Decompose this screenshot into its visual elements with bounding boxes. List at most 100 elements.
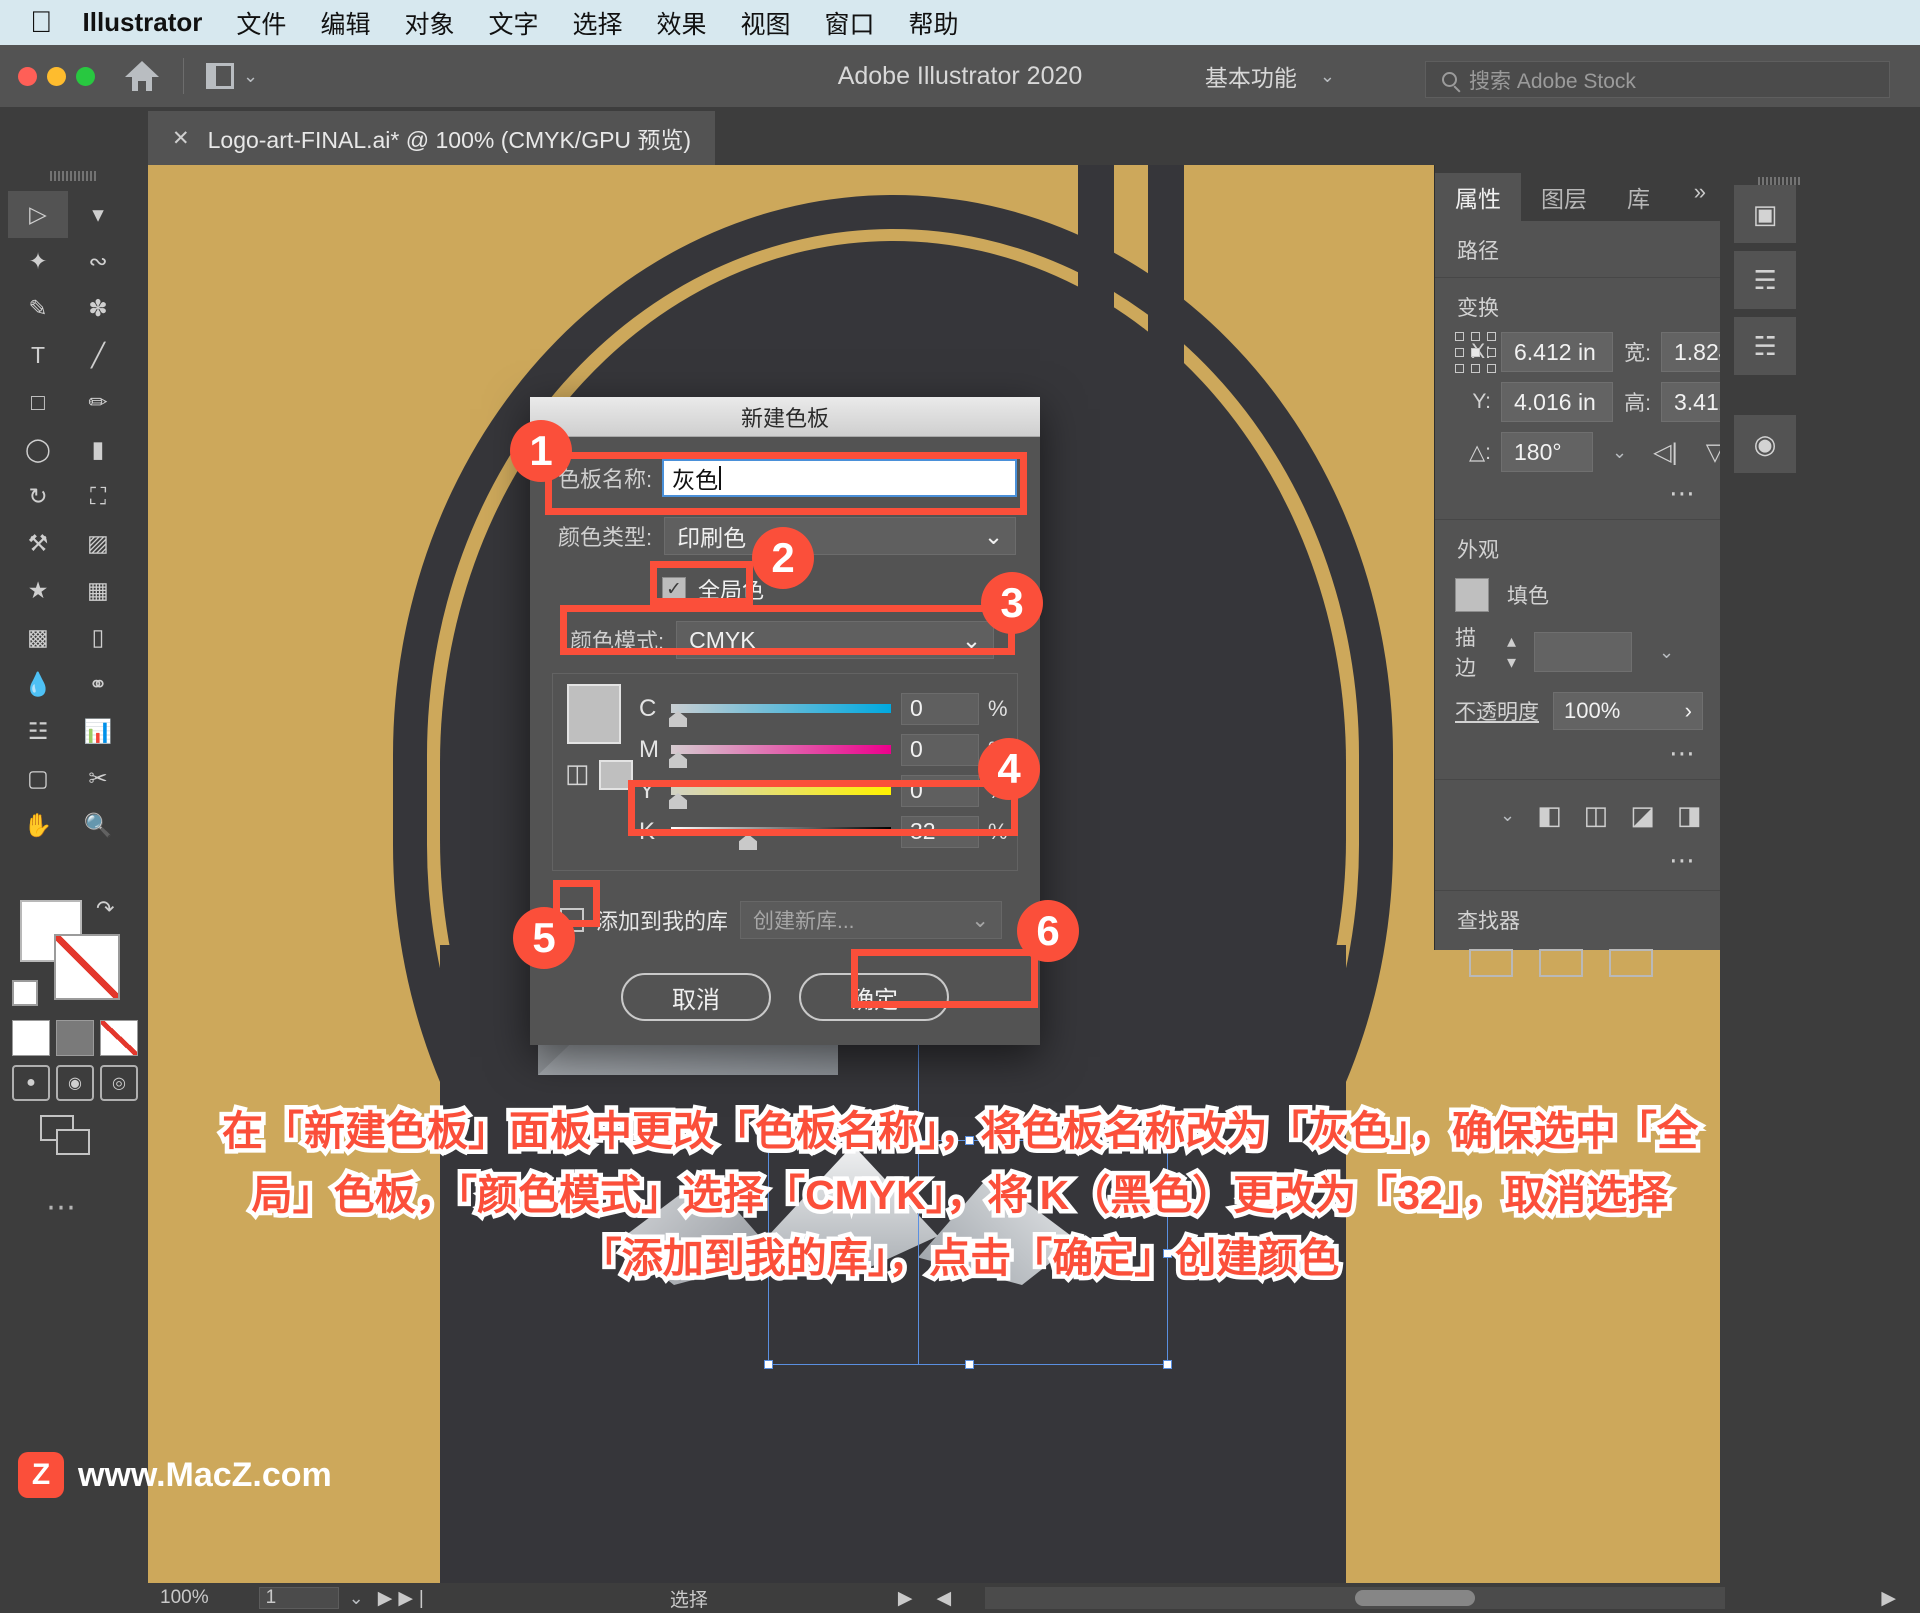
align-top-icon[interactable]: ◨ xyxy=(1677,800,1702,831)
tool-gradient[interactable]: ▯ xyxy=(68,614,128,661)
transform-more-options-icon[interactable]: ⋯ xyxy=(1435,472,1720,519)
slider-track-m[interactable] xyxy=(669,745,891,768)
stroke-stepper[interactable]: ▴ ▾ xyxy=(1507,631,1516,673)
menu-item-object[interactable]: 对象 xyxy=(404,5,454,41)
horizontal-scrollbar[interactable] xyxy=(985,1587,1725,1609)
tool-hand[interactable]: ✋ xyxy=(8,802,68,849)
menu-item-window[interactable]: 窗口 xyxy=(825,5,875,41)
cancel-button[interactable]: 取消 xyxy=(621,973,771,1021)
slider-knob-m[interactable] xyxy=(669,752,687,768)
value-field-c[interactable]: 0 xyxy=(901,692,979,725)
stroke-weight-field[interactable] xyxy=(1534,632,1633,672)
opacity-field[interactable]: 100% › xyxy=(1553,692,1703,730)
maximize-window-button[interactable] xyxy=(76,66,95,86)
tool-artboard[interactable]: ▢ xyxy=(8,755,68,802)
tool-shaper[interactable]: ◯ xyxy=(8,426,68,473)
zoom-level[interactable]: 100% xyxy=(160,1587,209,1609)
home-icon[interactable] xyxy=(125,61,159,91)
search-input[interactable]: 搜索 Adobe Stock xyxy=(1425,61,1890,98)
chevron-down-icon[interactable]: ⌄ xyxy=(1659,642,1674,663)
menu-item-edit[interactable]: 编辑 xyxy=(320,5,370,41)
layers-rail-icon[interactable]: ☴ xyxy=(1734,251,1796,309)
document-tab[interactable]: ✕ Logo-art-FINAL.ai* @ 100% (CMYK/GPU 预览… xyxy=(148,111,716,165)
tab-layers[interactable]: 图层 xyxy=(1521,173,1607,221)
libraries-rail-icon[interactable]: ☵ xyxy=(1734,317,1796,375)
expand-panel-icon[interactable]: » xyxy=(1694,179,1706,205)
slider-track-y[interactable] xyxy=(669,786,891,809)
chevron-down-icon[interactable]: ⌄ xyxy=(243,66,258,87)
chevron-down-icon[interactable]: ⌄ xyxy=(1612,442,1627,463)
opacity-label[interactable]: 不透明度 xyxy=(1455,696,1539,726)
more-tools-icon[interactable]: ⋯ xyxy=(46,1190,80,1225)
artboard-number-field[interactable]: 1 xyxy=(258,1587,339,1609)
menu-app-name[interactable]: Illustrator xyxy=(83,7,203,38)
align-center-horizontal-icon[interactable]: ◫ xyxy=(1584,800,1609,831)
slider-knob-k[interactable] xyxy=(739,834,757,850)
draw-inside-icon[interactable]: ◎ xyxy=(100,1065,138,1101)
tab-properties[interactable]: 属性 xyxy=(1435,173,1521,221)
tool-width[interactable]: ⚒ xyxy=(8,520,68,567)
stroke-swatch[interactable] xyxy=(54,934,120,1000)
tool-perspective-grid[interactable]: ▦ xyxy=(68,567,128,614)
tool-eyedropper[interactable]: 💧 xyxy=(8,661,68,708)
draw-normal-icon[interactable]: ● xyxy=(12,1065,50,1101)
align-left-icon[interactable]: ◧ xyxy=(1537,800,1562,831)
tool-zoom[interactable]: 🔍 xyxy=(68,802,128,849)
default-fill-stroke-icon[interactable] xyxy=(12,980,38,1006)
chevron-down-icon[interactable]: ⌄ xyxy=(349,1588,364,1609)
tool-free-transform[interactable]: ▨ xyxy=(68,520,128,567)
gradient-button[interactable] xyxy=(56,1020,94,1056)
menu-item-file[interactable]: 文件 xyxy=(236,5,286,41)
tool-symbol-sprayer[interactable]: ☳ xyxy=(8,708,68,755)
tool-selection[interactable]: ▷ xyxy=(8,191,68,238)
chevron-down-icon[interactable]: ⌄ xyxy=(1500,805,1515,826)
slider-knob-c[interactable] xyxy=(669,711,687,727)
close-window-button[interactable] xyxy=(18,66,37,86)
angle-field[interactable]: 180° xyxy=(1501,432,1593,472)
color-rail-icon[interactable]: ◉ xyxy=(1734,415,1796,473)
value-field-y[interactable]: 0 xyxy=(901,774,979,807)
color-mode-select[interactable]: CMYK ⌄ xyxy=(676,621,995,659)
selection-bounding-box[interactable] xyxy=(764,1136,1172,1369)
appearance-fill-swatch[interactable] xyxy=(1455,578,1489,612)
tool-blend[interactable]: ⚭ xyxy=(68,661,128,708)
tool-paintbrush[interactable]: ✏ xyxy=(68,379,128,426)
align-more-options-icon[interactable]: ⋯ xyxy=(1435,831,1720,876)
close-icon[interactable]: ✕ xyxy=(172,126,190,151)
slider-track-k[interactable] xyxy=(671,827,891,850)
ok-button[interactable]: 确定 xyxy=(799,973,949,1021)
tool-shape-builder[interactable]: ★ xyxy=(8,567,68,614)
screen-mode-icon[interactable] xyxy=(40,1115,96,1159)
apple-icon[interactable]:  xyxy=(30,7,53,38)
slider-knob-y[interactable] xyxy=(669,793,687,809)
align-right-icon[interactable]: ◪ xyxy=(1630,800,1655,831)
tool-curvature[interactable]: ✽ xyxy=(68,285,128,332)
y-field[interactable]: 4.016 in xyxy=(1501,382,1613,422)
tool-magic-wand[interactable]: ✦ xyxy=(8,238,68,285)
color-type-select[interactable]: 印刷色 ⌄ xyxy=(664,517,1017,555)
swatch-name-input[interactable]: 灰色 xyxy=(662,459,1018,497)
draw-behind-icon[interactable]: ◉ xyxy=(56,1065,94,1101)
value-field-k[interactable]: 32 xyxy=(901,815,979,848)
slider-track-c[interactable] xyxy=(669,704,891,727)
scroll-left-icon[interactable]: ▶ xyxy=(898,1587,913,1610)
scrollbar-thumb[interactable] xyxy=(1355,1590,1475,1606)
global-color-checkbox[interactable]: ✓ xyxy=(662,577,686,601)
tool-scale[interactable]: ⛶ xyxy=(68,473,128,520)
panel-drag-handle[interactable] xyxy=(50,171,98,181)
properties-rail-icon[interactable]: ▣ xyxy=(1734,185,1796,243)
menu-item-view[interactable]: 视图 xyxy=(741,5,791,41)
artboard-navigation[interactable]: ▶▶| xyxy=(378,1587,430,1610)
minimize-window-button[interactable] xyxy=(47,66,66,86)
tool-rectangle[interactable]: □ xyxy=(8,379,68,426)
flip-horizontal-icon[interactable]: ◁| xyxy=(1653,438,1678,467)
arrange-documents-icon[interactable] xyxy=(206,63,234,89)
color-button[interactable] xyxy=(12,1020,50,1056)
workspace-switcher[interactable]: 基本功能 ⌄ xyxy=(1205,59,1335,93)
chevron-right-icon[interactable]: › xyxy=(1685,698,1692,724)
tab-libraries[interactable]: 库 xyxy=(1607,173,1670,221)
menu-item-type[interactable]: 文字 xyxy=(488,5,538,41)
scroll-next-icon[interactable]: ▶ xyxy=(1881,1587,1896,1610)
menu-item-effect[interactable]: 效果 xyxy=(657,5,707,41)
tool-direct-selection[interactable]: ▾ xyxy=(68,191,128,238)
